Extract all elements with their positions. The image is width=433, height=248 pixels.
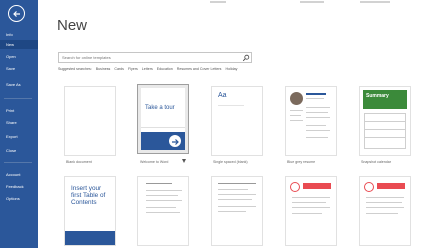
sidebar-item-share[interactable]: Share bbox=[0, 118, 38, 127]
template-document[interactable] bbox=[137, 176, 189, 246]
sidebar-item-close[interactable]: Close bbox=[0, 146, 38, 155]
text-line bbox=[306, 137, 328, 139]
arrow-right-icon bbox=[169, 135, 181, 147]
sidebar-item-info[interactable]: Info bbox=[0, 30, 38, 39]
thumbnail-banner bbox=[141, 132, 185, 150]
text-line bbox=[366, 202, 402, 204]
text-line bbox=[292, 197, 330, 199]
text-line bbox=[218, 211, 246, 213]
text-line bbox=[366, 207, 404, 209]
suggested-label: Suggested searches: bbox=[58, 67, 92, 71]
text-line bbox=[366, 197, 404, 199]
text-line bbox=[306, 125, 326, 127]
template-resume-red[interactable] bbox=[285, 176, 337, 246]
back-button[interactable] bbox=[8, 5, 25, 22]
sidebar-item-save-as[interactable]: Save As bbox=[0, 80, 38, 89]
text-line bbox=[306, 117, 330, 119]
sidebar-item-save[interactable]: Save bbox=[0, 64, 38, 73]
suggested-link[interactable]: Cards bbox=[114, 67, 124, 71]
text-line bbox=[218, 194, 256, 196]
text-line bbox=[292, 213, 322, 215]
text-line bbox=[146, 190, 182, 192]
suggested-searches: Suggested searches: Business Cards Flyer… bbox=[58, 67, 240, 71]
template-caption: Single spaced (blank) bbox=[213, 160, 248, 164]
template-search-input[interactable] bbox=[58, 52, 252, 63]
toc-banner bbox=[65, 231, 115, 245]
text-line bbox=[290, 110, 303, 112]
template-single-spaced[interactable]: Aa bbox=[211, 86, 263, 156]
grid-line bbox=[364, 121, 406, 122]
text-line bbox=[146, 207, 176, 209]
text-line bbox=[366, 213, 398, 215]
sidebar-separator bbox=[4, 162, 32, 163]
suggested-link[interactable]: Letters bbox=[142, 67, 153, 71]
text-line bbox=[290, 120, 303, 122]
backstage-sidebar: Info New Open Save Save As Print Share E… bbox=[0, 0, 38, 248]
logo-circle bbox=[364, 182, 374, 192]
template-snapshot-calendar[interactable]: Summary bbox=[359, 86, 411, 156]
logo-circle bbox=[290, 182, 300, 192]
sidebar-item-feedback[interactable]: Feedback bbox=[0, 182, 38, 191]
text-line bbox=[290, 115, 301, 117]
header-bar bbox=[306, 93, 326, 95]
text-line bbox=[218, 199, 252, 201]
page-title: New bbox=[57, 17, 88, 34]
sidebar-item-options[interactable]: Options bbox=[0, 194, 38, 203]
template-blank-document[interactable] bbox=[64, 86, 116, 156]
sidebar-item-export[interactable]: Export bbox=[0, 132, 38, 141]
sidebar-item-account[interactable]: Account bbox=[0, 170, 38, 179]
text-line bbox=[218, 183, 256, 185]
sidebar-item-print[interactable]: Print bbox=[0, 106, 38, 115]
text-line bbox=[146, 200, 182, 202]
text-line bbox=[306, 107, 330, 109]
text-line bbox=[218, 189, 248, 191]
template-thumbnail: Take a tour bbox=[141, 88, 185, 150]
text-line bbox=[306, 130, 330, 132]
template-caption: Snapshot calendar bbox=[361, 160, 391, 164]
calendar-header: Summary bbox=[363, 90, 407, 109]
calendar-title: Summary bbox=[366, 93, 389, 99]
template-caption: Blank document bbox=[66, 160, 92, 164]
template-document[interactable] bbox=[211, 176, 263, 246]
grid-line bbox=[364, 137, 406, 138]
text-line bbox=[218, 206, 256, 208]
sidebar-separator bbox=[4, 98, 32, 99]
take-a-tour-text: Take a tour bbox=[145, 105, 175, 111]
grid-line bbox=[364, 129, 406, 130]
suggested-link[interactable]: Resumes and Cover Letters bbox=[177, 67, 222, 71]
text-line bbox=[146, 195, 178, 197]
suggested-link[interactable]: Education bbox=[157, 67, 173, 71]
suggested-link[interactable]: Business bbox=[96, 67, 111, 71]
back-arrow-icon bbox=[13, 11, 20, 17]
template-caption: Welcome to Word bbox=[140, 160, 169, 164]
text-line bbox=[306, 112, 328, 114]
toc-thumbnail-text: Insert your first Table of Contents bbox=[71, 185, 106, 206]
text-line bbox=[218, 105, 244, 107]
template-caption: Blue grey resume bbox=[287, 160, 316, 164]
calendar-grid bbox=[364, 113, 406, 149]
sidebar-item-new[interactable]: New bbox=[0, 40, 38, 49]
pin-icon[interactable] bbox=[181, 158, 187, 164]
title-bar-strip bbox=[210, 1, 420, 5]
text-line bbox=[292, 202, 326, 204]
template-welcome-to-word[interactable]: Take a tour bbox=[137, 84, 189, 154]
text-line bbox=[146, 183, 172, 185]
sidebar-item-open[interactable]: Open bbox=[0, 52, 38, 61]
text-line bbox=[146, 212, 180, 214]
template-table-of-contents[interactable]: Insert your first Table of Contents bbox=[64, 176, 116, 246]
suggested-link[interactable]: Holiday bbox=[225, 67, 237, 71]
text-line bbox=[306, 98, 324, 100]
text-line bbox=[292, 207, 330, 209]
template-blue-grey-resume[interactable] bbox=[285, 86, 337, 156]
search-icon[interactable] bbox=[242, 54, 250, 62]
template-cover-letter-red[interactable] bbox=[359, 176, 411, 246]
suggested-link[interactable]: Flyers bbox=[128, 67, 138, 71]
photo-thumbnail bbox=[290, 92, 303, 105]
header-bar bbox=[303, 183, 331, 189]
aa-text: Aa bbox=[218, 92, 227, 99]
header-bar bbox=[377, 183, 405, 189]
